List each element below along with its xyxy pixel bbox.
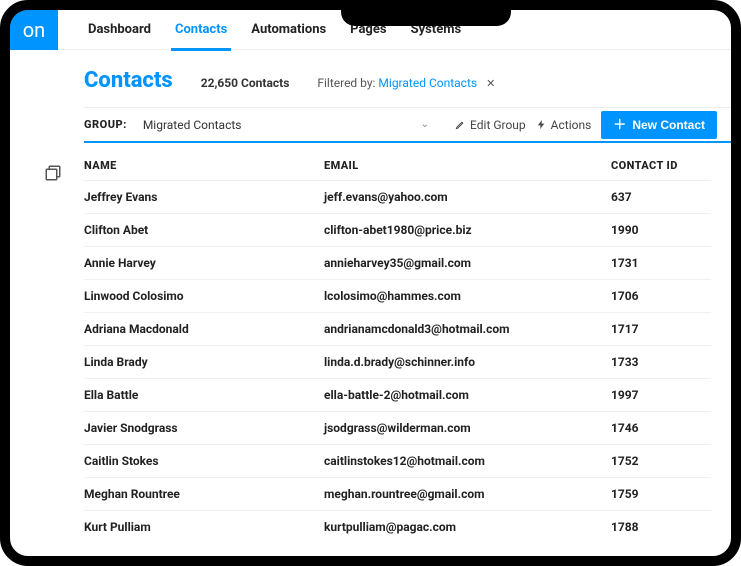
filter-chip[interactable]: Migrated Contacts — [378, 76, 477, 90]
group-bar: GROUP: Migrated Contacts ⌄ Edit Group Ac… — [84, 107, 731, 143]
cell-name: Kurt Pulliam — [84, 520, 324, 534]
page-header: Contacts 22,650 Contacts Filtered by: Mi… — [84, 68, 731, 93]
cell-id: 1731 — [611, 256, 711, 270]
cell-id: 1788 — [611, 520, 711, 534]
column-id[interactable]: CONTACT ID — [611, 159, 711, 172]
plus-icon: ＋ — [613, 118, 626, 131]
new-contact-label: New Contact — [632, 118, 705, 132]
nav-item-automations[interactable]: Automations — [239, 10, 338, 50]
table-row[interactable]: Javier Snodgrassjsodgrass@wilderman.com1… — [84, 411, 711, 444]
select-all-icon[interactable] — [44, 164, 64, 184]
cell-name: Javier Snodgrass — [84, 421, 324, 435]
cell-id: 1717 — [611, 322, 711, 336]
contacts-count: 22,650 Contacts — [201, 76, 290, 90]
table-row[interactable]: Kurt Pulliamkurtpulliam@pagac.com1788 — [84, 510, 711, 543]
cell-email: kurtpulliam@pagac.com — [324, 520, 611, 534]
table-row[interactable]: Meghan Rountreemeghan.rountree@gmail.com… — [84, 477, 711, 510]
pencil-icon — [455, 119, 466, 130]
cell-name: Linda Brady — [84, 355, 324, 369]
actions-button[interactable]: Actions — [536, 118, 592, 132]
filtered-by: Filtered by: Migrated Contacts ✕ — [317, 76, 495, 90]
table-row[interactable]: Adriana Macdonaldandrianamcdonald3@hotma… — [84, 312, 711, 345]
chevron-down-icon[interactable]: ⌄ — [421, 119, 429, 130]
cell-name: Ella Battle — [84, 388, 324, 402]
cell-id: 1759 — [611, 487, 711, 501]
cell-id: 637 — [611, 190, 711, 204]
cell-email: lcolosimo@hammes.com — [324, 289, 611, 303]
cell-email: caitlinstokes12@hotmail.com — [324, 454, 611, 468]
cell-name: Caitlin Stokes — [84, 454, 324, 468]
cell-email: jeff.evans@yahoo.com — [324, 190, 611, 204]
nav-item-dashboard[interactable]: Dashboard — [76, 10, 163, 50]
table-row[interactable]: Linwood Colosimolcolosimo@hammes.com1706 — [84, 279, 711, 312]
table-row[interactable]: Linda Bradylinda.d.brady@schinner.info17… — [84, 345, 711, 378]
cell-id: 1752 — [611, 454, 711, 468]
group-select[interactable]: Migrated Contacts — [143, 118, 242, 132]
cell-email: annieharvey35@gmail.com — [324, 256, 611, 270]
table-row[interactable]: Clifton Abetclifton-abet1980@price.biz19… — [84, 213, 711, 246]
cell-email: linda.d.brady@schinner.info — [324, 355, 611, 369]
cell-name: Clifton Abet — [84, 223, 324, 237]
cell-name: Adriana Macdonald — [84, 322, 324, 336]
new-contact-button[interactable]: ＋ New Contact — [601, 111, 717, 139]
actions-label: Actions — [551, 118, 592, 132]
page-title: Contacts — [84, 68, 173, 93]
table-row[interactable]: Annie Harveyannieharvey35@gmail.com1731 — [84, 246, 711, 279]
cell-id: 1990 — [611, 223, 711, 237]
column-email[interactable]: EMAIL — [324, 159, 611, 172]
nav-item-contacts[interactable]: Contacts — [163, 10, 239, 50]
cell-email: jsodgrass@wilderman.com — [324, 421, 611, 435]
cell-name: Linwood Colosimo — [84, 289, 324, 303]
cell-email: ella-battle-2@hotmail.com — [324, 388, 611, 402]
table-header: NAME EMAIL CONTACT ID — [84, 151, 711, 180]
cell-email: meghan.rountree@gmail.com — [324, 487, 611, 501]
group-label: GROUP: — [84, 118, 127, 131]
cell-name: Meghan Rountree — [84, 487, 324, 501]
brand-logo[interactable]: on — [10, 10, 58, 50]
cell-id: 1733 — [611, 355, 711, 369]
cell-email: clifton-abet1980@price.biz — [324, 223, 611, 237]
cell-name: Annie Harvey — [84, 256, 324, 270]
table-row[interactable]: Caitlin Stokescaitlinstokes12@hotmail.co… — [84, 444, 711, 477]
table-row[interactable]: Jeffrey Evansjeff.evans@yahoo.com637 — [84, 180, 711, 213]
filtered-prefix: Filtered by: — [317, 76, 375, 90]
table-row[interactable]: Ella Battleella-battle-2@hotmail.com1997 — [84, 378, 711, 411]
close-icon[interactable]: ✕ — [486, 77, 495, 90]
cell-id: 1997 — [611, 388, 711, 402]
column-name[interactable]: NAME — [84, 159, 324, 172]
edit-group-button[interactable]: Edit Group — [455, 118, 526, 132]
edit-group-label: Edit Group — [470, 118, 526, 132]
cell-id: 1706 — [611, 289, 711, 303]
contacts-table: NAME EMAIL CONTACT ID Jeffrey Evansjeff.… — [84, 151, 731, 543]
cell-email: andrianamcdonald3@hotmail.com — [324, 322, 611, 336]
cell-name: Jeffrey Evans — [84, 190, 324, 204]
cell-id: 1746 — [611, 421, 711, 435]
lightning-icon — [536, 119, 547, 130]
